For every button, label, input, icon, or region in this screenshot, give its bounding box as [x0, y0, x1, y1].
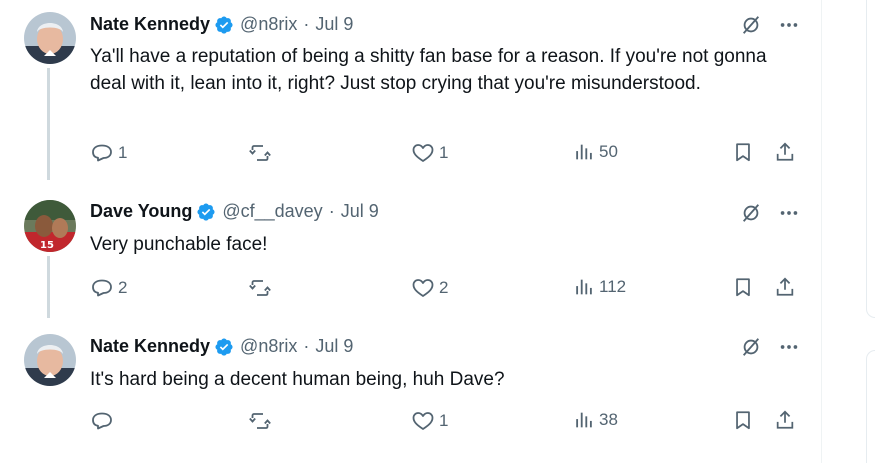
reply-icon	[90, 409, 114, 433]
sidebar-card-edge	[866, 0, 875, 318]
action-bar: 2 2 112	[90, 276, 810, 304]
reply-button[interactable]: 1	[90, 141, 127, 165]
tweet[interactable]: Nate Kennedy @n8rix · Jul 9 It's hard be…	[0, 316, 822, 463]
tweet-header: Dave Young @cf__davey · Jul 9	[90, 201, 379, 222]
like-button[interactable]: 2	[411, 276, 448, 300]
retweet-icon	[248, 276, 272, 300]
share-icon	[774, 409, 796, 431]
bookmark-icon	[732, 276, 754, 298]
share-button[interactable]	[774, 141, 796, 163]
verified-badge-icon	[214, 15, 234, 35]
view-count: 50	[599, 142, 618, 161]
reply-count: 2	[118, 278, 128, 297]
tweet-top-icons	[740, 14, 800, 36]
more-icon[interactable]	[778, 14, 800, 36]
separator: ·	[303, 336, 310, 356]
reply-icon	[90, 141, 114, 165]
share-button[interactable]	[774, 276, 796, 298]
timestamp[interactable]: Jul 9	[341, 201, 379, 222]
like-icon	[411, 276, 435, 300]
retweet-icon	[248, 141, 272, 165]
tweet-text: Ya'll have a reputation of being a shitt…	[90, 46, 767, 94]
more-icon[interactable]	[778, 336, 800, 358]
more-icon[interactable]	[778, 202, 800, 224]
views-icon	[573, 141, 595, 163]
like-icon	[411, 409, 435, 433]
reply-icon	[90, 276, 114, 300]
views-icon	[573, 276, 595, 298]
tweet-text: Very punchable face!	[90, 234, 268, 255]
view-count: 38	[599, 410, 618, 429]
action-bar: 1 1 50	[90, 141, 810, 169]
views-button[interactable]: 50	[573, 141, 618, 163]
user-handle[interactable]: @n8rix	[240, 336, 297, 357]
bookmark-icon	[732, 141, 754, 163]
like-count: 2	[439, 278, 449, 297]
share-icon	[774, 141, 796, 163]
tweet-header: Nate Kennedy @n8rix · Jul 9	[90, 14, 353, 35]
reply-button[interactable]: 2	[90, 276, 127, 300]
retweet-icon	[248, 409, 272, 433]
like-icon	[411, 141, 435, 165]
like-count: 1	[439, 143, 449, 162]
verified-badge-icon	[214, 337, 234, 357]
display-name[interactable]: Nate Kennedy	[90, 14, 210, 35]
bookmark-button[interactable]	[732, 276, 754, 298]
sidebar-card-edge	[866, 350, 875, 463]
views-button[interactable]: 112	[573, 276, 626, 298]
like-button[interactable]: 1	[411, 409, 448, 433]
display-name[interactable]: Nate Kennedy	[90, 336, 210, 357]
thread-line	[47, 68, 50, 180]
grok-icon[interactable]	[740, 202, 762, 224]
tweet-top-icons	[740, 336, 800, 358]
views-button[interactable]: 38	[573, 409, 618, 431]
avatar[interactable]: 15	[24, 200, 76, 252]
views-icon	[573, 409, 595, 431]
bookmark-button[interactable]	[732, 409, 754, 431]
timeline-column: Nate Kennedy @n8rix · Jul 9 Ya'll have a…	[0, 0, 822, 463]
bookmark-icon	[732, 409, 754, 431]
avatar[interactable]	[24, 334, 76, 386]
tweet-text: It's hard being a decent human being, hu…	[90, 369, 505, 390]
share-button[interactable]	[774, 409, 796, 431]
tweet[interactable]: 15 Dave Young @cf__davey · Jul 9 Very pu…	[0, 178, 822, 318]
tweet-header: Nate Kennedy @n8rix · Jul 9	[90, 336, 353, 357]
like-count: 1	[439, 411, 449, 430]
grok-icon[interactable]	[740, 336, 762, 358]
tweet[interactable]: Nate Kennedy @n8rix · Jul 9 Ya'll have a…	[0, 0, 822, 180]
retweet-button[interactable]	[248, 276, 276, 300]
share-icon	[774, 276, 796, 298]
action-bar: 1 38	[90, 409, 810, 437]
svg-text:15: 15	[40, 240, 54, 251]
user-handle[interactable]: @cf__davey	[222, 201, 322, 222]
retweet-button[interactable]	[248, 141, 276, 165]
conversation-thread: Nate Kennedy @n8rix · Jul 9 Ya'll have a…	[0, 0, 875, 463]
grok-icon[interactable]	[740, 14, 762, 36]
avatar[interactable]	[24, 12, 76, 64]
retweet-button[interactable]	[248, 409, 276, 433]
separator: ·	[303, 14, 310, 34]
tweet-top-icons	[740, 202, 800, 224]
like-button[interactable]: 1	[411, 141, 448, 165]
thread-line	[47, 256, 50, 318]
verified-badge-icon	[196, 202, 216, 222]
reply-count: 1	[118, 143, 128, 162]
timestamp[interactable]: Jul 9	[315, 14, 353, 35]
bookmark-button[interactable]	[732, 141, 754, 163]
separator: ·	[328, 201, 335, 221]
reply-button[interactable]	[90, 409, 118, 433]
timestamp[interactable]: Jul 9	[315, 336, 353, 357]
display-name[interactable]: Dave Young	[90, 201, 192, 222]
view-count: 112	[599, 277, 627, 296]
user-handle[interactable]: @n8rix	[240, 14, 297, 35]
